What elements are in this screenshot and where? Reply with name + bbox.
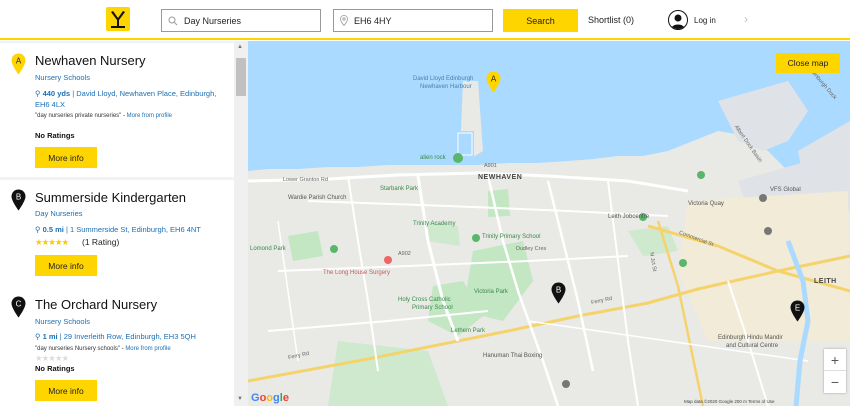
user-avatar-icon	[668, 10, 688, 30]
map-label: Victoria Quay	[688, 201, 724, 207]
map-label: and Cultural Centre	[726, 343, 779, 349]
scroll-down-icon[interactable]: ▼	[237, 396, 243, 402]
map-label: Wardie Parish Church	[288, 195, 347, 201]
map-label: Victoria Park	[474, 289, 508, 295]
zoom-in-button[interactable]: +	[824, 349, 846, 371]
listing-distance: 440 yds	[42, 89, 71, 98]
svg-text:B: B	[16, 193, 21, 202]
map-view[interactable]: A B E David Lloyd Edinburgh Newhaven Har…	[248, 41, 850, 406]
listing-card: A Newhaven Nursery Nursery Schools ⚲ 440…	[0, 43, 234, 177]
search-what-value: Day Nurseries	[184, 15, 242, 26]
listing-distance: 1 mi	[42, 332, 58, 341]
listing-address: ⚲ 0.5 mi | 1 Summerside St, Edinburgh, E…	[35, 225, 201, 234]
listing-address: ⚲ 440 yds | David Lloyd, Newhaven Place,…	[35, 89, 217, 109]
map-label: NEWHAVEN	[478, 174, 523, 181]
listing-distance: 0.5 mi	[42, 225, 64, 234]
search-what-input[interactable]: Day Nurseries	[161, 9, 321, 32]
zoom-control: + −	[824, 349, 846, 393]
more-info-button[interactable]: More info	[35, 380, 97, 401]
listing-address-text: 29 Inverleith Row, Edinburgh, EH3 5QH	[63, 332, 196, 341]
results-list[interactable]: A Newhaven Nursery Nursery Schools ⚲ 440…	[0, 41, 248, 406]
listing-address: ⚲ 1 mi | 29 Inverleith Row, Edinburgh, E…	[35, 332, 196, 341]
search-where-value: EH6 4HY	[354, 15, 392, 26]
chevron-right-icon[interactable]: ›	[744, 12, 748, 26]
search-icon	[168, 16, 178, 25]
login-link[interactable]: Log in	[668, 10, 716, 30]
map-label: Newhaven Harbour	[420, 84, 472, 90]
map-label: LEITH	[814, 278, 837, 285]
map-canvas	[248, 41, 850, 406]
map-label: Edinburgh Hindu Mandir	[718, 335, 783, 341]
map-label: Hanuman Thai Boxing	[483, 353, 543, 359]
shortlist-link[interactable]: Shortlist (0)	[588, 15, 634, 25]
search-where-input[interactable]: EH6 4HY	[333, 9, 493, 32]
listing-address-text: 1 Summerside St, Edinburgh, EH6 4NT	[69, 225, 201, 234]
more-info-button[interactable]: More info	[35, 147, 97, 168]
listing-rating: No Ratings	[35, 364, 75, 373]
yell-logo[interactable]	[106, 7, 130, 31]
top-header: Day Nurseries EH6 4HY Search Shortlist (…	[0, 0, 850, 40]
map-label: David Lloyd Edinburgh	[413, 76, 474, 82]
svg-text:E: E	[795, 304, 800, 313]
svg-text:C: C	[16, 300, 22, 309]
location-pin-icon: ⚲	[35, 89, 41, 98]
map-label: alien rock	[420, 155, 446, 161]
rating-count[interactable]: (1 Rating)	[82, 237, 119, 247]
map-marker-b-icon[interactable]: B	[551, 282, 566, 304]
more-info-button[interactable]: More info	[35, 255, 97, 276]
listing-description: "day nurseries private nurseries" - More…	[35, 113, 172, 119]
map-label: Lomond Park	[250, 246, 286, 252]
more-from-profile-link[interactable]: More from profile	[125, 346, 170, 352]
svg-text:A: A	[491, 75, 497, 84]
svg-text:A: A	[16, 57, 22, 66]
marker-pin-icon: A	[11, 53, 26, 75]
close-map-button[interactable]: Close map	[776, 53, 840, 73]
location-pin-icon: ⚲	[35, 225, 41, 234]
svg-text:B: B	[556, 286, 561, 295]
map-label: The Long House Surgery	[323, 270, 391, 276]
map-label: Primary School	[412, 305, 453, 311]
star-rating: ★★★★★	[35, 237, 69, 247]
list-scrollbar[interactable]: ▲ ▼	[234, 41, 248, 406]
map-label: A901	[484, 163, 497, 169]
listing-category[interactable]: Nursery Schools	[35, 73, 90, 82]
map-label: Dudley Cres	[516, 246, 547, 252]
search-button[interactable]: Search	[503, 9, 578, 32]
star-rating-empty: ★★★★★	[35, 353, 69, 363]
listing-description: "day nurseries Nursery schools" - More f…	[35, 346, 171, 352]
login-label: Log in	[694, 15, 716, 25]
listing-rating: No Ratings	[35, 131, 75, 140]
more-from-profile-link[interactable]: More from profile	[127, 113, 172, 119]
map-label: Lethem Park	[451, 328, 486, 334]
map-attribution[interactable]: Map data ©2020 Google 200 m Terms of Use	[684, 399, 775, 404]
map-label: Leith Jobcentre	[608, 214, 650, 220]
listing-title[interactable]: The Orchard Nursery	[35, 297, 157, 312]
marker-pin-icon: C	[11, 296, 26, 318]
marker-pin-icon: B	[11, 189, 26, 211]
listing-category[interactable]: Day Nurseries	[35, 209, 83, 218]
location-pin-icon	[340, 15, 348, 26]
map-label: Trinity Academy	[413, 221, 456, 227]
listing-title[interactable]: Summerside Kindergarten	[35, 190, 186, 205]
listing-card: C The Orchard Nursery Nursery Schools ⚲ …	[0, 286, 234, 406]
scrollbar-thumb[interactable]	[236, 58, 246, 96]
map-label: Holy Cross Catholic	[398, 297, 451, 303]
map-label: Trinity Primary School	[482, 234, 541, 240]
map-label: Starbank Park	[380, 186, 419, 192]
map-label: A902	[398, 251, 411, 257]
map-marker-a-icon[interactable]: A	[486, 71, 501, 93]
listing-category[interactable]: Nursery Schools	[35, 317, 90, 326]
map-label: VFS Global	[770, 187, 801, 193]
zoom-out-button[interactable]: −	[824, 371, 846, 393]
listing-card: B Summerside Kindergarten Day Nurseries …	[0, 180, 234, 291]
google-logo: Google	[251, 392, 289, 404]
map-marker-e-icon[interactable]: E	[790, 300, 805, 322]
map-label: Lower Granton Rd	[283, 177, 328, 183]
scroll-up-icon[interactable]: ▲	[237, 44, 243, 50]
location-pin-icon: ⚲	[35, 332, 41, 341]
listing-title[interactable]: Newhaven Nursery	[35, 53, 146, 68]
